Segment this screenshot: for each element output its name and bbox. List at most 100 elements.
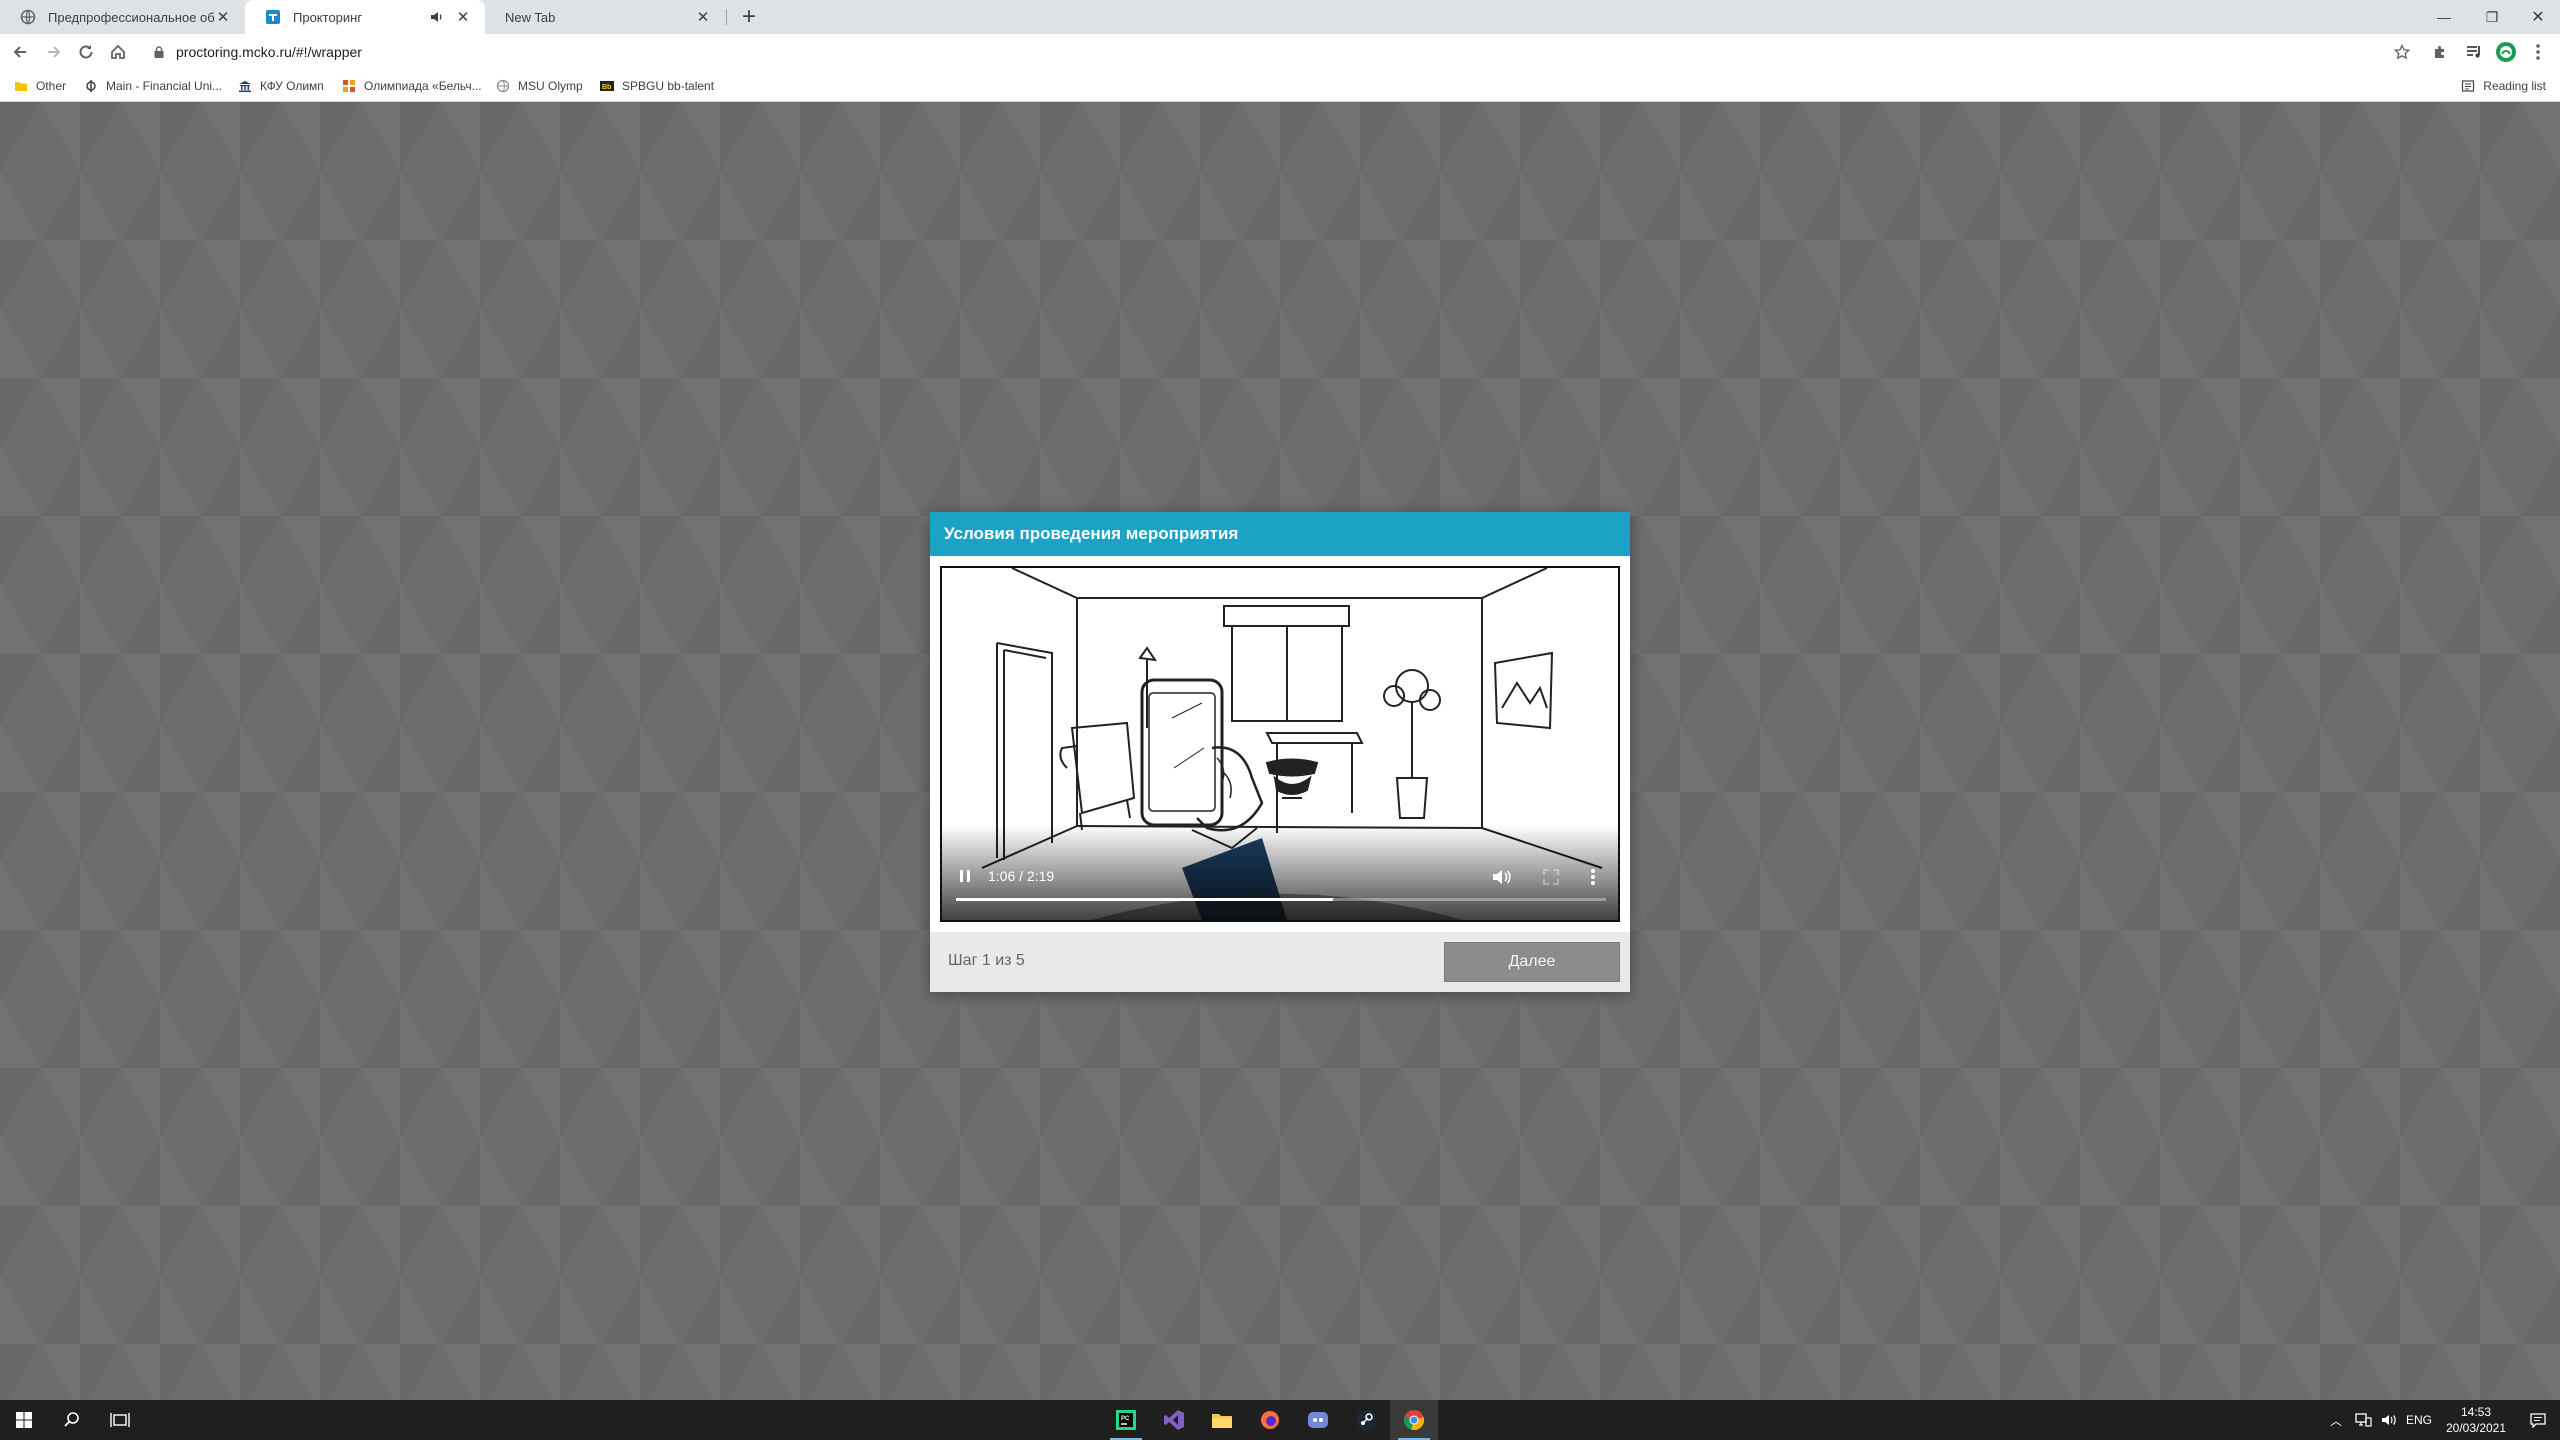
arrow-right-icon <box>48 46 61 58</box>
windows-taskbar: PC ︿ ENG 14:53 20/03/2021 <box>0 1400 2560 1440</box>
kebab-menu-icon <box>1591 869 1595 885</box>
bookmark-olympiad[interactable]: Олимпиада «Бельч... <box>342 77 482 95</box>
pause-icon <box>960 870 970 882</box>
taskbar-file-explorer[interactable] <box>1198 1400 1246 1440</box>
bookmarks-bar: Other Main - Financial Uni... КФУ Олимп … <box>0 70 2560 102</box>
profile-button[interactable] <box>2494 40 2518 64</box>
video-player[interactable]: 1:06 / 2:19 <box>940 566 1620 922</box>
bookmark-star-button[interactable] <box>2390 40 2414 64</box>
reload-button[interactable] <box>74 40 98 64</box>
windows-icon <box>16 1412 32 1428</box>
speaker-icon[interactable] <box>429 9 445 25</box>
start-button[interactable] <box>0 1400 48 1440</box>
phi-icon <box>86 80 96 92</box>
search-icon <box>64 1412 79 1427</box>
tab-title: Прокторинг <box>293 9 363 25</box>
bookmark-label: Олимпиада «Бельч... <box>364 79 482 93</box>
action-center-button[interactable] <box>2516 1400 2560 1440</box>
tab-strip: Предпрофессиональное образ ✕ Прокторинг … <box>0 0 2560 34</box>
volume-button[interactable] <box>1490 866 1512 888</box>
bookmark-label: Other <box>36 79 67 93</box>
clock[interactable]: 14:53 20/03/2021 <box>2436 1404 2516 1436</box>
lock-icon <box>154 46 164 58</box>
language-label: ENG <box>2406 1413 2433 1427</box>
arrow-left-icon <box>13 46 26 58</box>
network-button[interactable] <box>2354 1400 2372 1440</box>
instructions-modal: Условия проведения мероприятия 1:06 / 2:… <box>930 512 1630 992</box>
next-button[interactable]: Далее <box>1444 942 1620 982</box>
menu-button[interactable] <box>2526 40 2550 64</box>
bookmark-label: КФУ Олимп <box>260 79 324 93</box>
task-view-button[interactable] <box>96 1400 144 1440</box>
forward-button[interactable] <box>42 40 66 64</box>
tab-new-tab[interactable]: New Tab ✕ <box>485 0 725 34</box>
reload-icon <box>79 45 93 59</box>
new-tab-button[interactable]: + <box>737 3 761 30</box>
bookmark-label: Main - Financial Uni... <box>106 79 223 93</box>
bookmark-spbgu[interactable]: Bb SPBGU bb-talent <box>600 77 714 95</box>
modal-footer: Шаг 1 из 5 Далее <box>930 932 1630 992</box>
queue-music-icon <box>2467 46 2480 58</box>
reading-list-button[interactable]: Reading list <box>2461 77 2546 95</box>
taskbar-pycharm[interactable]: PC <box>1102 1400 1150 1440</box>
bb-icon: Bb <box>600 81 614 91</box>
browser-toolbar: proctoring.mcko.ru/#!/wrapper <box>0 34 2560 70</box>
minimize-button[interactable]: — <box>2420 0 2468 34</box>
folder-icon <box>15 82 27 91</box>
bookmark-msu-olymp[interactable]: MSU Olymp <box>496 77 583 95</box>
bookmark-financial-uni[interactable]: Main - Financial Uni... <box>84 77 222 95</box>
home-icon <box>111 44 125 59</box>
visual-studio-icon <box>1164 1410 1184 1430</box>
avatar <box>2496 42 2516 62</box>
bookmark-label: MSU Olymp <box>518 79 583 93</box>
taskbar-chrome[interactable] <box>1390 1400 1438 1440</box>
reading-list-label: Reading list <box>2483 79 2546 93</box>
tray-overflow-button[interactable]: ︿ <box>2330 1400 2342 1440</box>
modal-header: Условия проведения мероприятия <box>930 512 1630 556</box>
taskbar-steam[interactable] <box>1342 1400 1390 1440</box>
pause-button[interactable] <box>956 867 974 885</box>
volume-tray-button[interactable] <box>2380 1400 2398 1440</box>
bookmark-other[interactable]: Other <box>14 77 66 95</box>
search-button[interactable] <box>48 1400 96 1440</box>
language-indicator[interactable]: ENG <box>2406 1400 2432 1440</box>
taskbar-firefox[interactable] <box>1246 1400 1294 1440</box>
puzzle-icon <box>2435 46 2444 58</box>
close-icon[interactable]: ✕ <box>455 9 471 26</box>
close-icon[interactable]: ✕ <box>215 9 231 26</box>
address-bar[interactable]: proctoring.mcko.ru/#!/wrapper <box>146 37 2404 67</box>
video-time: 1:06 / 2:19 <box>988 868 1055 884</box>
tab-proctoring[interactable]: Прокторинг ✕ <box>245 0 485 34</box>
bookmark-label: SPBGU bb-talent <box>622 79 715 93</box>
step-indicator: Шаг 1 из 5 <box>948 952 1025 969</box>
tab-predprof[interactable]: Предпрофессиональное образ ✕ <box>0 0 245 34</box>
olympiad-icon <box>343 80 355 92</box>
star-icon <box>2394 44 2410 60</box>
window-close-button[interactable]: ✕ <box>2514 0 2560 34</box>
home-button[interactable] <box>106 40 130 64</box>
volume-icon <box>1493 870 1511 884</box>
extensions-button[interactable] <box>2428 40 2452 64</box>
pycharm-icon: PC <box>1116 1410 1136 1430</box>
notification-icon <box>2530 1413 2546 1428</box>
tab-separator <box>726 9 727 25</box>
fullscreen-button[interactable] <box>1540 866 1562 888</box>
url-text: proctoring.mcko.ru/#!/wrapper <box>176 44 362 60</box>
steam-icon <box>1356 1410 1376 1430</box>
folder-icon <box>1212 1414 1232 1428</box>
back-button[interactable] <box>8 40 32 64</box>
close-icon[interactable]: ✕ <box>695 9 711 26</box>
chevron-up-icon: ︿ <box>2330 1413 2343 1428</box>
proctoring-favicon-icon <box>266 10 280 24</box>
globe-icon <box>496 79 510 93</box>
taskbar-discord[interactable] <box>1294 1400 1342 1440</box>
page-background: Условия проведения мероприятия 1:06 / 2:… <box>0 102 2560 1400</box>
taskbar-visual-studio[interactable] <box>1150 1400 1198 1440</box>
restore-button[interactable]: ❐ <box>2468 0 2516 34</box>
reading-list-icon <box>2462 80 2475 92</box>
bookmark-kfu-olymp[interactable]: КФУ Олимп <box>238 77 324 95</box>
media-control-button[interactable] <box>2462 40 2486 64</box>
video-progress-bar[interactable] <box>956 898 1606 901</box>
kebab-menu-icon <box>2536 44 2540 60</box>
more-options-button[interactable] <box>1582 866 1604 888</box>
